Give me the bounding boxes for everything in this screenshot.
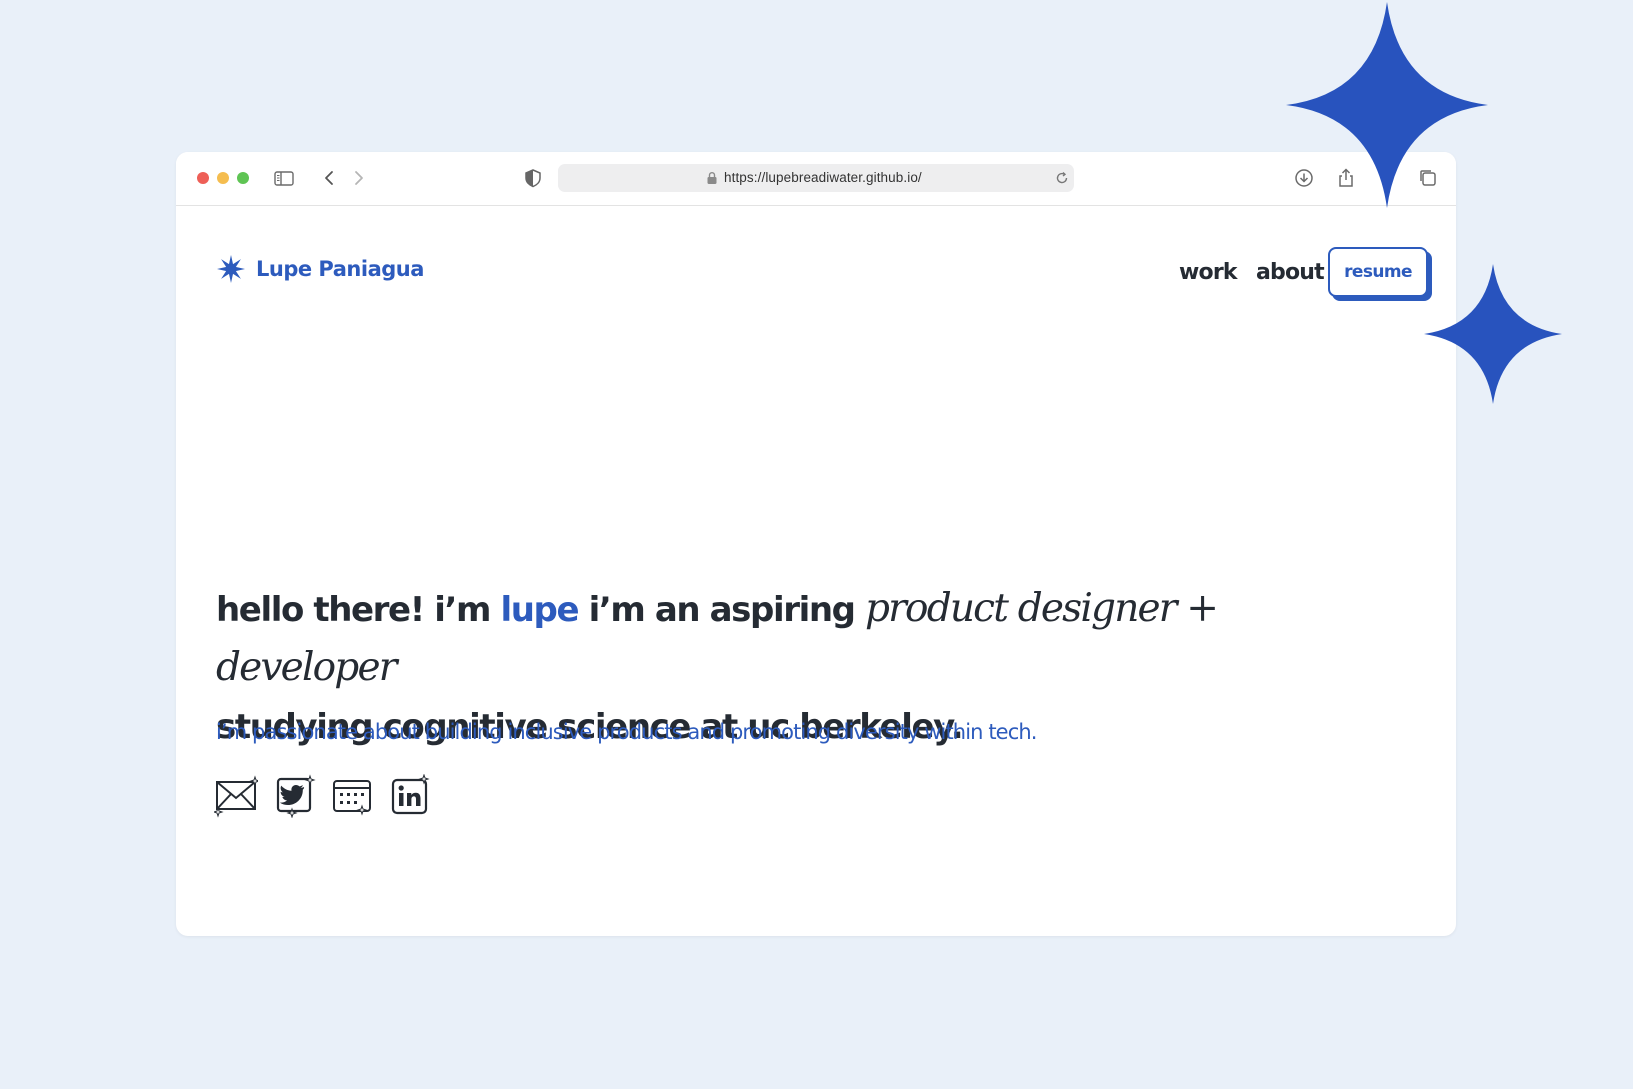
address-bar[interactable]: https://lupebreadiwater.github.io/ [558,164,1074,192]
hero-greeting: hello there! i’m [216,590,501,630]
lock-icon [706,171,718,185]
hero-tagline: i’m passionate about building inclusive … [216,720,1037,744]
social-links [214,774,432,818]
minimize-window-button[interactable] [217,172,229,184]
browser-window: https://lupebreadiwater.github.io/ Lupe … [176,152,1456,936]
star-logo-icon [217,255,245,283]
nav-work-link[interactable]: work [1179,260,1238,285]
brand-name: Lupe Paniagua [256,257,424,281]
close-window-button[interactable] [197,172,209,184]
shield-icon[interactable] [522,167,544,189]
twitter-icon[interactable] [272,774,316,818]
sidebar-icon[interactable] [273,167,295,189]
forward-icon[interactable] [348,167,370,189]
zoom-window-button[interactable] [237,172,249,184]
url-text: https://lupebreadiwater.github.io/ [724,170,922,185]
mail-icon[interactable] [214,774,258,818]
hero-name: lupe [500,590,580,630]
browser-toolbar: https://lupebreadiwater.github.io/ [176,152,1456,206]
back-icon[interactable] [318,167,340,189]
calendar-icon[interactable] [330,774,374,818]
reload-icon[interactable] [1054,170,1070,186]
large-sparkle-icon [1286,2,1488,208]
hero-intro: i’m an aspiring [578,590,866,630]
brand-logo-link[interactable]: Lupe Paniagua [216,252,424,286]
small-sparkle-icon [1424,264,1562,404]
resume-button[interactable]: resume [1328,247,1428,297]
linkedin-icon[interactable] [388,774,432,818]
nav-about-link[interactable]: about [1256,260,1325,285]
